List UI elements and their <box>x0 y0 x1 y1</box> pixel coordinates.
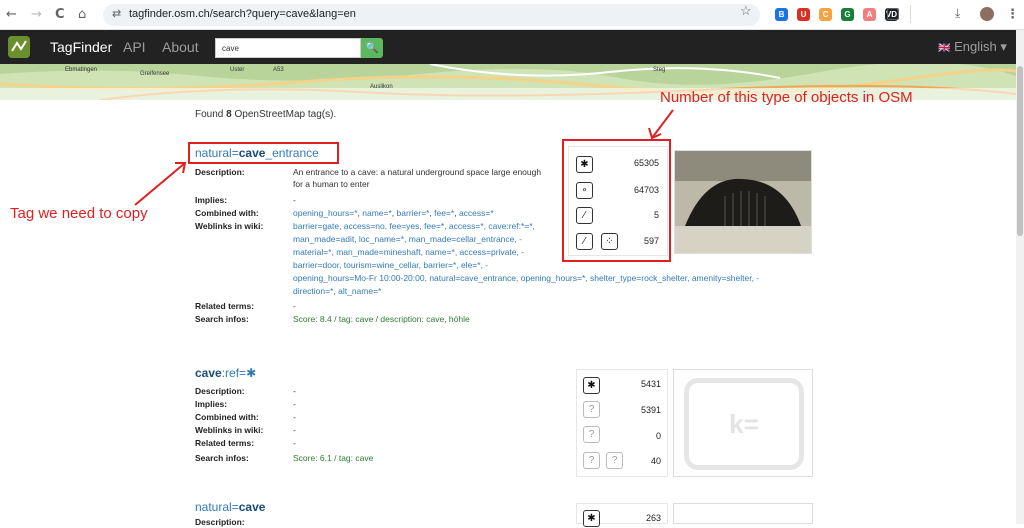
annotation-arrows <box>134 109 674 206</box>
scrollbar[interactable] <box>1016 30 1024 524</box>
scrollbar-thumb[interactable] <box>1017 66 1023 236</box>
